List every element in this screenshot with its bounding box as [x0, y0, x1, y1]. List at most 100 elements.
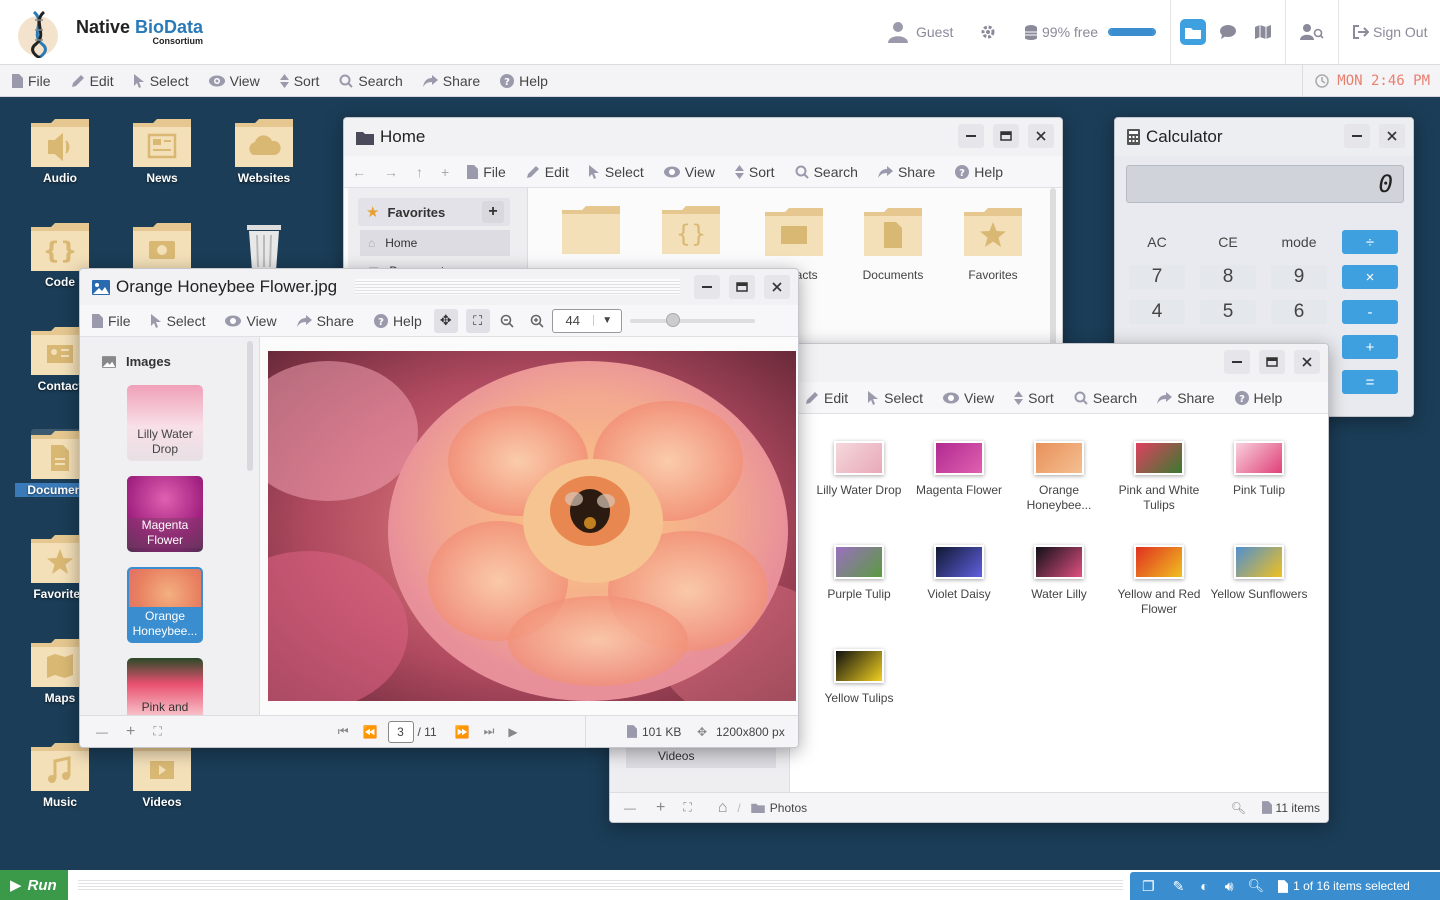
settings-button[interactable] — [980, 0, 996, 64]
run-button[interactable]: ▶ Run — [0, 870, 68, 900]
nav-home[interactable]: ⌂ Home — [360, 230, 510, 256]
main-image[interactable] — [268, 351, 796, 701]
minimize-button[interactable] — [694, 275, 720, 299]
brush-icon[interactable]: ✎ — [1173, 878, 1185, 895]
photo-item[interactable]: Pink and White Tulips — [1109, 441, 1209, 513]
home-menu-edit[interactable]: Edit — [526, 164, 569, 180]
calc-key-multiply[interactable]: × — [1342, 265, 1398, 289]
desktop-icon-photos[interactable] — [117, 221, 207, 271]
close-button[interactable] — [1028, 124, 1054, 148]
photo-item[interactable]: Yellow Sunflowers — [1209, 545, 1309, 602]
zoom-in-icon[interactable]: + — [126, 723, 135, 741]
maximize-button[interactable] — [1259, 350, 1285, 374]
photos-menu-help[interactable]: ? Help — [1234, 390, 1282, 406]
calc-key-6[interactable]: 6 — [1271, 300, 1327, 324]
fit-icon[interactable]: ⛶ — [153, 724, 161, 739]
favorites-header[interactable]: ★ Favorites + — [358, 198, 510, 226]
calc-key-ac[interactable]: AC — [1129, 230, 1185, 254]
calc-key-equals[interactable]: = — [1342, 370, 1398, 394]
storage-indicator[interactable]: 99% free — [1025, 0, 1157, 64]
calc-key-ce[interactable]: CE — [1200, 230, 1256, 254]
photo-item[interactable]: Yellow Tulips — [809, 649, 909, 706]
calc-key-4[interactable]: 4 — [1129, 300, 1185, 324]
home-menu-select[interactable]: Select — [588, 164, 644, 180]
zoom-slider-thumb[interactable] — [666, 312, 681, 327]
up-arrow-icon[interactable]: ↑ — [416, 164, 423, 180]
home-menu-share[interactable]: Share — [877, 164, 935, 180]
home-menu-file[interactable]: File — [467, 164, 506, 180]
photo-item[interactable]: Magenta Flower — [909, 441, 1009, 498]
calculator-title-bar[interactable]: Calculator — [1115, 118, 1413, 156]
photo-item[interactable]: Purple Tulip — [809, 545, 909, 602]
side-image-magenta-flower[interactable]: Magenta Flower — [127, 476, 203, 552]
fit-screen-button[interactable]: ⛶ — [465, 308, 490, 333]
menu-search[interactable]: Search — [339, 73, 403, 89]
zoom-slider[interactable] — [629, 312, 755, 327]
next-page-icon[interactable]: ⏩ — [455, 725, 470, 739]
maximize-button[interactable] — [729, 275, 755, 299]
add-favorite-button[interactable]: + — [482, 201, 504, 223]
viewer-menu-share[interactable]: Share — [296, 313, 354, 329]
home-menu-search[interactable]: Search — [795, 164, 858, 180]
first-page-icon[interactable]: ⏮ — [338, 724, 349, 739]
side-image-pink-and-white[interactable]: Pink and — [127, 658, 203, 715]
breadcrumb-photos[interactable]: Photos — [770, 801, 807, 815]
zoom-icon[interactable]: 🔍︎ — [1231, 801, 1246, 815]
viewer-menu-file[interactable]: File — [92, 313, 131, 329]
calc-key-subtract[interactable]: - — [1342, 300, 1398, 324]
side-image-lilly-water-drop[interactable]: Lilly Water Drop — [127, 385, 203, 461]
photo-item[interactable]: Orange Honeybee... — [1009, 441, 1109, 513]
photo-item[interactable]: Water Lilly — [1009, 545, 1109, 602]
zoom-out-icon[interactable]: — — [624, 801, 636, 815]
last-page-icon[interactable]: ⏭ — [484, 724, 495, 739]
calc-key-7[interactable]: 7 — [1129, 265, 1185, 289]
photos-menu-view[interactable]: View — [943, 390, 994, 406]
home-scrollbar[interactable] — [1050, 188, 1056, 348]
desktop-icon-websites[interactable]: Websites — [219, 117, 309, 185]
home-menu-help[interactable]: ? Help — [955, 164, 1003, 180]
menu-file[interactable]: File — [12, 73, 51, 89]
photos-menu-edit[interactable]: Edit — [805, 390, 848, 406]
add-icon[interactable]: + — [441, 164, 449, 180]
desktop-icon-music[interactable]: Music — [15, 741, 105, 809]
menu-sort[interactable]: Sort — [279, 73, 319, 89]
close-button[interactable] — [1294, 350, 1320, 374]
desktop-icon-audio[interactable]: Audio — [15, 117, 105, 185]
calc-key-5[interactable]: 5 — [1200, 300, 1256, 324]
zoom-in-icon[interactable] — [530, 314, 544, 328]
photos-menu-search[interactable]: Search — [1074, 390, 1137, 406]
files-app-button[interactable] — [1180, 0, 1206, 64]
photo-item[interactable]: Yellow and Red Flower — [1109, 545, 1209, 617]
menu-share[interactable]: Share — [422, 73, 480, 89]
map-button[interactable] — [1255, 0, 1271, 64]
home-icon[interactable]: ⌂ — [718, 799, 728, 817]
photos-menu-select[interactable]: Select — [868, 390, 923, 406]
volume-icon[interactable]: 🔊︎ — [1225, 878, 1234, 895]
play-icon[interactable]: ▶ — [508, 725, 517, 739]
windows-icon[interactable]: ❐ — [1142, 878, 1155, 895]
minimize-button[interactable] — [1224, 350, 1250, 374]
fit-icon[interactable]: ⛶ — [683, 800, 691, 815]
home-menu-view[interactable]: View — [663, 164, 715, 180]
photo-item[interactable]: Violet Daisy — [909, 545, 1009, 602]
menu-help[interactable]: ? Help — [500, 73, 548, 89]
zoom-out-icon[interactable] — [500, 314, 514, 328]
contrast-icon[interactable]: ◐ — [1200, 878, 1208, 894]
close-button[interactable] — [1379, 124, 1405, 148]
search-icon[interactable]: 🔍︎ — [1248, 878, 1265, 894]
minimize-button[interactable] — [1344, 124, 1370, 148]
viewer-menu-select[interactable]: Select — [150, 313, 205, 329]
back-arrow-icon[interactable]: ← — [352, 164, 366, 180]
menu-select[interactable]: Select — [133, 73, 189, 89]
desktop-icon-videos[interactable]: Videos — [117, 741, 207, 809]
home-item-favorites[interactable]: Favorites — [943, 206, 1043, 283]
zoom-in-icon[interactable]: + — [656, 799, 665, 817]
user-search-button[interactable] — [1300, 0, 1324, 64]
calc-key-9[interactable]: 9 — [1271, 265, 1327, 289]
viewer-menu-help[interactable]: ? Help — [373, 313, 422, 329]
photo-item[interactable]: Pink Tulip — [1209, 441, 1309, 498]
home-item-documents[interactable]: Documents — [843, 206, 943, 283]
photos-menu-sort[interactable]: Sort — [1014, 390, 1054, 406]
brand-logo[interactable]: Native BioData Consortium — [16, 6, 203, 58]
desktop-icon-trash[interactable] — [219, 221, 309, 271]
